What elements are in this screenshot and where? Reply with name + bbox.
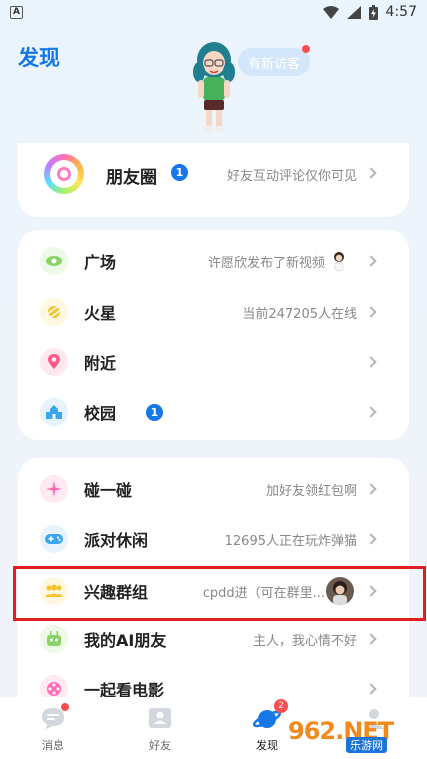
new-visitor-bubble[interactable]: 有新访客	[238, 45, 311, 76]
row-subtitle: 12695人正在玩炸弹猫	[224, 533, 357, 549]
messages-red-dot	[61, 703, 69, 711]
row-label: 派对休闲	[84, 531, 149, 550]
page-title: 发现	[18, 46, 60, 70]
row-subtitle: 主人，我心情不好	[252, 633, 357, 649]
row-label: 碰一碰	[84, 481, 133, 500]
row-subtitle: cpdd进（可在群里...	[202, 585, 325, 601]
friends-icon	[145, 703, 175, 733]
discover-count-badge: 2	[274, 699, 288, 713]
chevron-right-icon	[365, 633, 377, 645]
row-subtitle: 当前247205人在线	[242, 306, 357, 322]
chevron-right-icon	[365, 483, 377, 495]
school-icon	[40, 398, 68, 426]
moments-ring-icon	[44, 154, 84, 194]
chevron-right-icon	[365, 533, 377, 545]
nav-friends[interactable]: 好友	[130, 703, 190, 753]
campus-badge: 1	[146, 403, 163, 421]
row-square[interactable]: 广场 许愿欣发布了新视频	[18, 236, 409, 286]
moments-label: 朋友圈	[106, 168, 157, 188]
user-thumbnail	[327, 249, 351, 273]
moments-row[interactable]: 朋友圈 1 好友互动评论仅你可见	[18, 143, 409, 217]
chevron-right-icon	[365, 406, 377, 418]
row-subtitle: 加好友领红包啊	[265, 483, 357, 499]
chevron-right-icon	[365, 356, 377, 368]
moments-subtitle: 好友互动评论仅你可见	[226, 169, 357, 184]
row-subtitle: 许愿欣发布了新视频	[207, 255, 325, 271]
status-bar: A 4:57	[0, 0, 427, 24]
chevron-right-icon	[365, 683, 377, 695]
row-ai-friend[interactable]: 我的AI朋友 主人，我心情不好	[18, 614, 409, 664]
row-label: 我的AI朋友	[84, 631, 167, 650]
visitor-bubble-text: 有新访客	[248, 56, 301, 72]
row-label: 广场	[84, 253, 117, 272]
location-icon	[40, 348, 68, 376]
nav-label: 好友	[149, 739, 171, 752]
chevron-right-icon	[365, 306, 377, 318]
row-label: 附近	[84, 354, 117, 373]
planet-icon	[40, 298, 68, 326]
group-icon	[40, 577, 68, 605]
watermark-logo: 962.NET 乐游网	[288, 707, 423, 755]
discover-icon: 2	[252, 699, 288, 733]
discover-group-2: 广场 许愿欣发布了新视频 火星 当前247205人在线 附近 校园 1	[18, 230, 409, 440]
nav-label: 发现	[256, 739, 278, 752]
battery-icon	[368, 4, 378, 20]
wifi-icon	[322, 5, 339, 19]
nav-messages[interactable]: 消息	[23, 703, 83, 753]
chevron-right-icon	[365, 255, 377, 267]
signal-icon	[346, 5, 361, 19]
chevron-right-icon	[365, 585, 377, 597]
visitor-red-dot	[302, 45, 311, 53]
discover-group-3: 碰一碰 加好友领红包啊 派对休闲 12695人正在玩炸弹猫 兴趣群组 cpdd进…	[18, 458, 409, 708]
row-party[interactable]: 派对休闲 12695人正在玩炸弹猫	[18, 514, 409, 564]
eye-icon	[40, 247, 68, 275]
group-thumbnail	[326, 577, 354, 605]
row-label: 火星	[84, 304, 117, 323]
row-nearby[interactable]: 附近	[18, 337, 409, 387]
robot-icon	[40, 625, 68, 653]
clock: 4:57	[385, 4, 417, 20]
row-campus[interactable]: 校园 1	[18, 387, 409, 437]
moments-badge: 1	[171, 164, 188, 181]
row-label: 兴趣群组	[84, 583, 149, 602]
row-label: 校园	[84, 404, 117, 423]
app-notification-icon: A	[10, 5, 23, 19]
gamepad-icon	[40, 525, 68, 553]
nav-label: 消息	[42, 739, 64, 752]
sparkle-icon	[40, 475, 68, 503]
chevron-right-icon	[365, 167, 377, 179]
row-mars[interactable]: 火星 当前247205人在线	[18, 287, 409, 337]
message-icon	[38, 703, 69, 733]
user-avatar-3d[interactable]	[188, 38, 240, 138]
row-bump[interactable]: 碰一碰 加好友领红包啊	[18, 464, 409, 514]
row-interest-groups[interactable]: 兴趣群组 cpdd进（可在群里...	[18, 566, 409, 616]
watermark-sub: 乐游网	[346, 737, 387, 753]
